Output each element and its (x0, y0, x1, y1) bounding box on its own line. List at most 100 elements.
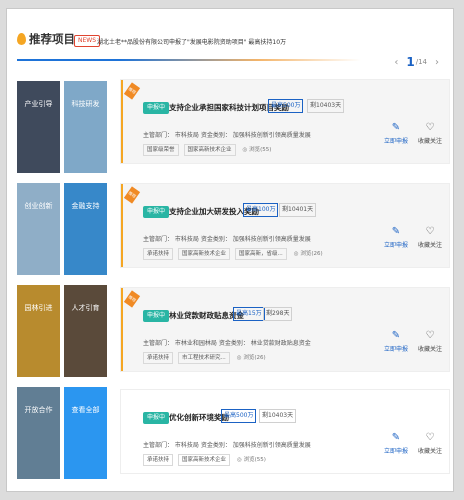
views-text: 浏览(26) (243, 355, 266, 361)
category-tile[interactable]: 开放合作 (17, 387, 60, 479)
favorite-label: 收藏关注 (417, 242, 442, 249)
project-meta: 主管部门： 市林业和园林局 资金类别： 林业贷款财政贴息资金 (143, 340, 311, 347)
views-count: ◎ 浏览(26) (294, 248, 323, 260)
category-label: 开放合作 (24, 406, 53, 414)
days-left-tag: 剩10403天 (307, 99, 345, 113)
favorite-button[interactable]: ♡ 收藏关注 (413, 122, 447, 145)
edit-icon: ✎ (391, 122, 401, 133)
edit-icon: ✎ (391, 330, 401, 341)
favorite-label: 收藏关注 (417, 448, 442, 455)
project-tag: 国家高新，省级... (235, 248, 287, 260)
status-badge: 申报中 (143, 412, 170, 424)
eye-icon: ◎ (237, 457, 242, 463)
project-tag: 承诺扶持 (143, 454, 174, 466)
views-count: ◎ 浏览(55) (237, 454, 266, 466)
project-tag: 承诺扶持 (143, 248, 174, 260)
category-tile[interactable]: 科技研发 (64, 81, 107, 173)
edit-icon: ✎ (391, 432, 401, 443)
project-card[interactable]: 推荐 申报中 支持企业承担国家科技计划项目奖励 最高500万 剩10403天 主… (120, 79, 450, 164)
card-accent (121, 80, 123, 163)
page-title: 推荐项目 (29, 32, 75, 46)
views-count: ◎ 浏览(55) (243, 144, 272, 156)
favorite-button[interactable]: ♡ 收藏关注 (413, 226, 447, 249)
max-amount-tag: 最高500万 (221, 409, 257, 423)
project-meta: 主管部门： 市科技局 资金类别： 加强科技创新引领高质量发展 (143, 236, 311, 243)
favorite-label: 收藏关注 (417, 346, 442, 353)
next-page-button[interactable]: › (435, 57, 439, 68)
panel-header: 推荐项目 NEWS 湖北土老**品股份有限公司申报了"发展电影院资助项目" 最高… (7, 9, 453, 69)
project-meta: 主管部门： 市科技局 资金类别： 加强科技创新引领高质量发展 (143, 132, 311, 139)
favorite-button[interactable]: ♡ 收藏关注 (413, 432, 447, 455)
title-wrap: 推荐项目 (17, 31, 75, 47)
recommend-ribbon: 推荐 (123, 186, 141, 204)
view-all-button[interactable]: 查看全部 (64, 387, 107, 479)
project-card[interactable]: 申报中 优化创新环境奖励 最高500万 剩10403天 主管部门： 市科技局 资… (120, 389, 450, 474)
tag-row: 承诺扶持 国家高新技术企业 国家高新，省级... ◎ 浏览(26) (143, 248, 323, 260)
views-text: 浏览(55) (243, 457, 266, 463)
project-title[interactable]: 优化创新环境奖励 (169, 412, 229, 423)
news-ticker[interactable]: 湖北土老**品股份有限公司申报了"发展电影院资助项目" 最高扶持10万 (97, 37, 286, 46)
project-tag: 市工程技术研究... (178, 352, 230, 364)
project-tag: 国家高新技术企业 (183, 144, 236, 156)
tag-row: 承诺扶持 市工程技术研究... ◎ 浏览(26) (143, 352, 266, 364)
category-label: 产业引导 (24, 100, 53, 108)
heart-icon: ♡ (425, 122, 435, 133)
category-tile[interactable]: 金融支持 (64, 183, 107, 275)
card-accent (121, 184, 123, 267)
apply-button[interactable]: ✎ 立即申报 (379, 122, 413, 145)
pager: ‹ 1 /14 › (394, 55, 439, 69)
tag-row: 国家级荣誉 国家高新技术企业 ◎ 浏览(55) (143, 144, 271, 156)
category-tile[interactable]: 园林引进 (17, 285, 60, 377)
apply-label: 立即申报 (383, 242, 408, 249)
project-card[interactable]: 推荐 申报中 支持企业加大研发投入奖励 最高100万 剩10401天 主管部门：… (120, 183, 450, 268)
heart-icon: ♡ (425, 432, 435, 443)
card-accent (121, 288, 123, 371)
apply-button[interactable]: ✎ 立即申报 (379, 226, 413, 249)
max-amount-tag: 最高100万 (243, 203, 279, 217)
days-left-tag: 剩10401天 (279, 203, 317, 217)
category-label: 园林引进 (24, 304, 53, 312)
project-tag: 承诺扶持 (143, 352, 174, 364)
category-tile[interactable]: 创业创新 (17, 183, 60, 275)
project-tag: 国家级荣誉 (143, 144, 179, 156)
eye-icon: ◎ (242, 147, 248, 153)
eye-icon: ◎ (236, 355, 242, 361)
project-meta: 主管部门： 市科技局 资金类别： 加强科技创新引领高质量发展 (143, 442, 311, 449)
category-label: 创业创新 (24, 202, 53, 210)
apply-button[interactable]: ✎ 立即申报 (379, 330, 413, 353)
max-amount-tag: 最高15万 (233, 307, 265, 321)
category-label: 金融支持 (71, 202, 100, 210)
recommend-ribbon: 推荐 (123, 82, 141, 100)
project-tag: 国家高新技术企业 (178, 454, 231, 466)
category-tile[interactable]: 产业引导 (17, 81, 60, 173)
project-card[interactable]: 推荐 申报中 林业贷款财政贴息资金 最高15万 剩298天 主管部门： 市林业和… (120, 287, 450, 372)
favorite-button[interactable]: ♡ 收藏关注 (413, 330, 447, 353)
fire-icon (17, 33, 26, 45)
apply-label: 立即申报 (383, 346, 408, 353)
category-tile[interactable]: 人才引育 (64, 285, 107, 377)
favorite-label: 收藏关注 (417, 138, 442, 145)
status-badge: 申报中 (143, 206, 170, 218)
days-left-tag: 剩10403天 (259, 409, 297, 423)
header-underline (17, 59, 361, 61)
category-label: 人才引育 (71, 304, 100, 312)
category-label: 查看全部 (71, 406, 100, 414)
current-page: 1 (406, 55, 415, 69)
views-text: 浏览(55) (249, 147, 272, 153)
heart-icon: ♡ (425, 226, 435, 237)
heart-icon: ♡ (425, 330, 435, 341)
days-left-tag: 剩298天 (263, 307, 293, 321)
status-badge: 申报中 (143, 102, 170, 114)
apply-button[interactable]: ✎ 立即申报 (379, 432, 413, 455)
status-badge: 申报中 (143, 310, 170, 322)
tag-row: 承诺扶持 国家高新技术企业 ◎ 浏览(55) (143, 454, 266, 466)
views-text: 浏览(26) (300, 251, 323, 257)
apply-label: 立即申报 (383, 138, 408, 145)
recommend-panel: 推荐项目 NEWS 湖北土老**品股份有限公司申报了"发展电影院资助项目" 最高… (6, 8, 454, 492)
prev-page-button[interactable]: ‹ (394, 57, 398, 68)
apply-label: 立即申报 (383, 448, 408, 455)
max-amount-tag: 最高500万 (268, 99, 304, 113)
edit-icon: ✎ (391, 226, 401, 237)
eye-icon: ◎ (293, 251, 299, 257)
total-pages: /14 (415, 58, 427, 66)
